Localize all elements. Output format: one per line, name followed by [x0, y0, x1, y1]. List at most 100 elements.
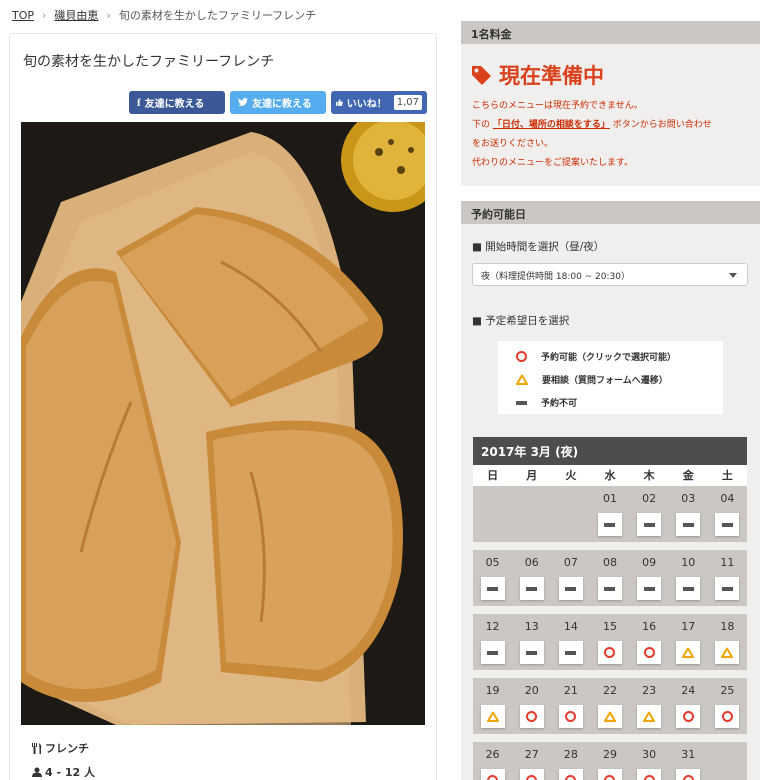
- breadcrumb-current: 旬の素材を生かしたファミリーフレンチ: [118, 9, 317, 22]
- available-mark[interactable]: [676, 705, 701, 728]
- twitter-share-button[interactable]: 友達に教える: [230, 91, 326, 114]
- menu-title: 旬の素材を生かしたファミリーフレンチ: [23, 54, 275, 70]
- available-mark[interactable]: [480, 769, 505, 780]
- calendar-day[interactable]: 27: [512, 742, 551, 780]
- bar-icon: [643, 522, 655, 527]
- day-number: 24: [681, 684, 696, 697]
- calendar-day: 07: [551, 550, 590, 606]
- day-number: 30: [642, 748, 657, 761]
- calendar-day[interactable]: 22: [590, 678, 629, 734]
- day-number: 10: [681, 556, 696, 569]
- unavailable-mark: [676, 577, 701, 600]
- unavailable-mark: [637, 513, 662, 536]
- consult-mark[interactable]: [480, 705, 505, 728]
- bar-icon: [682, 522, 694, 527]
- user-icon: [32, 767, 42, 777]
- calendar-day: 04: [708, 486, 747, 542]
- available-mark[interactable]: [597, 769, 622, 780]
- menu-photo: [21, 122, 425, 725]
- calendar-day[interactable]: 17: [669, 614, 708, 670]
- consult-mark[interactable]: [637, 705, 662, 728]
- calendar-day: 14: [551, 614, 590, 670]
- calendar-weekdays: 日 月 火 水 木 金 土: [473, 465, 747, 486]
- notice-text: 下の: [472, 120, 491, 130]
- legend-item: 予約不可: [516, 391, 723, 414]
- calendar-day[interactable]: 21: [551, 678, 590, 734]
- calendar-day[interactable]: 24: [669, 678, 708, 734]
- day-number: 27: [524, 748, 539, 761]
- unavailable-mark: [558, 641, 583, 664]
- calendar-day[interactable]: 16: [630, 614, 669, 670]
- bar-icon: [604, 522, 616, 527]
- day-number: 01: [602, 492, 617, 505]
- weekday-label: 土: [721, 469, 733, 482]
- calendar-title: 2017年 3月 (夜): [473, 437, 747, 465]
- day-number: 28: [563, 748, 578, 761]
- available-mark[interactable]: [519, 705, 544, 728]
- pie-photo-illustration: [21, 122, 425, 725]
- available-mark[interactable]: [558, 769, 583, 780]
- status-text: 現在準備中: [499, 64, 604, 88]
- calendar-day[interactable]: 28: [551, 742, 590, 780]
- circle-icon: [604, 775, 616, 780]
- available-mark[interactable]: [715, 705, 740, 728]
- calendar-day[interactable]: 20: [512, 678, 551, 734]
- people-label: 4 - 12 人: [45, 766, 96, 779]
- available-mark[interactable]: [519, 769, 544, 780]
- calendar-day[interactable]: 18: [708, 614, 747, 670]
- bar-icon: [682, 586, 694, 591]
- calendar-week: 12 13 14 15 16 17 18: [473, 614, 747, 670]
- facebook-share-button[interactable]: f 友達に教える: [129, 91, 225, 114]
- day-number: 21: [563, 684, 578, 697]
- cuisine-label: フレンチ: [45, 742, 89, 755]
- day-number: 29: [602, 748, 617, 761]
- available-mark[interactable]: [637, 641, 662, 664]
- day-number: 03: [681, 492, 696, 505]
- breadcrumb-chef-link[interactable]: 磯貝由恵: [54, 7, 98, 23]
- consult-mark[interactable]: [597, 705, 622, 728]
- available-mark[interactable]: [637, 769, 662, 780]
- calendar-day[interactable]: 29: [590, 742, 629, 780]
- triangle-icon: [486, 711, 499, 722]
- calendar-day[interactable]: 26: [473, 742, 512, 780]
- available-mark[interactable]: [676, 769, 701, 780]
- unavailable-mark: [715, 513, 740, 536]
- twitter-icon: [238, 98, 248, 106]
- available-mark[interactable]: [558, 705, 583, 728]
- calendar-day: 05: [473, 550, 512, 606]
- unavailable-mark: [519, 641, 544, 664]
- weekday-label: 月: [526, 469, 538, 482]
- like-label: いいね！: [346, 99, 387, 110]
- circle-icon: [682, 775, 694, 780]
- calendar-day[interactable]: 19: [473, 678, 512, 734]
- weekday-label: 水: [604, 469, 616, 482]
- like-count: 1,07: [393, 95, 422, 110]
- calendar-day: 03: [669, 486, 708, 542]
- calendar-day[interactable]: 31: [669, 742, 708, 780]
- bar-icon: [604, 586, 616, 591]
- consult-mark[interactable]: [715, 641, 740, 664]
- circle-icon: [565, 711, 577, 722]
- breadcrumb-home-link[interactable]: TOP: [12, 9, 34, 22]
- like-button[interactable]: いいね！ 1,07: [331, 91, 427, 114]
- day-number: 15: [602, 620, 617, 633]
- bar-icon: [721, 522, 733, 527]
- unavailable-mark: [597, 513, 622, 536]
- calendar-week: 19 20 21 22 23 24 25: [473, 678, 747, 734]
- weekday-label: 火: [565, 469, 577, 482]
- consult-link[interactable]: 「日付、場所の相談をする」: [493, 120, 610, 130]
- consult-mark[interactable]: [676, 641, 701, 664]
- calendar-day[interactable]: 25: [708, 678, 747, 734]
- calendar-day: 11: [708, 550, 747, 606]
- weekday-label: 日: [487, 469, 499, 482]
- calendar-day[interactable]: 15: [590, 614, 629, 670]
- chevron-right-icon: ›: [42, 8, 47, 22]
- available-mark[interactable]: [597, 641, 622, 664]
- calendar-day[interactable]: 30: [630, 742, 669, 780]
- breadcrumb: TOP › 磯貝由恵 › 旬の素材を生かしたファミリーフレンチ: [12, 7, 316, 23]
- calendar-day[interactable]: 23: [630, 678, 669, 734]
- calendar-day: 09: [630, 550, 669, 606]
- day-number: 19: [485, 684, 500, 697]
- time-select[interactable]: 夜（料理提供時間 18:00 ~ 20:30）: [472, 263, 748, 286]
- price-panel-header: 1名料金: [461, 21, 760, 44]
